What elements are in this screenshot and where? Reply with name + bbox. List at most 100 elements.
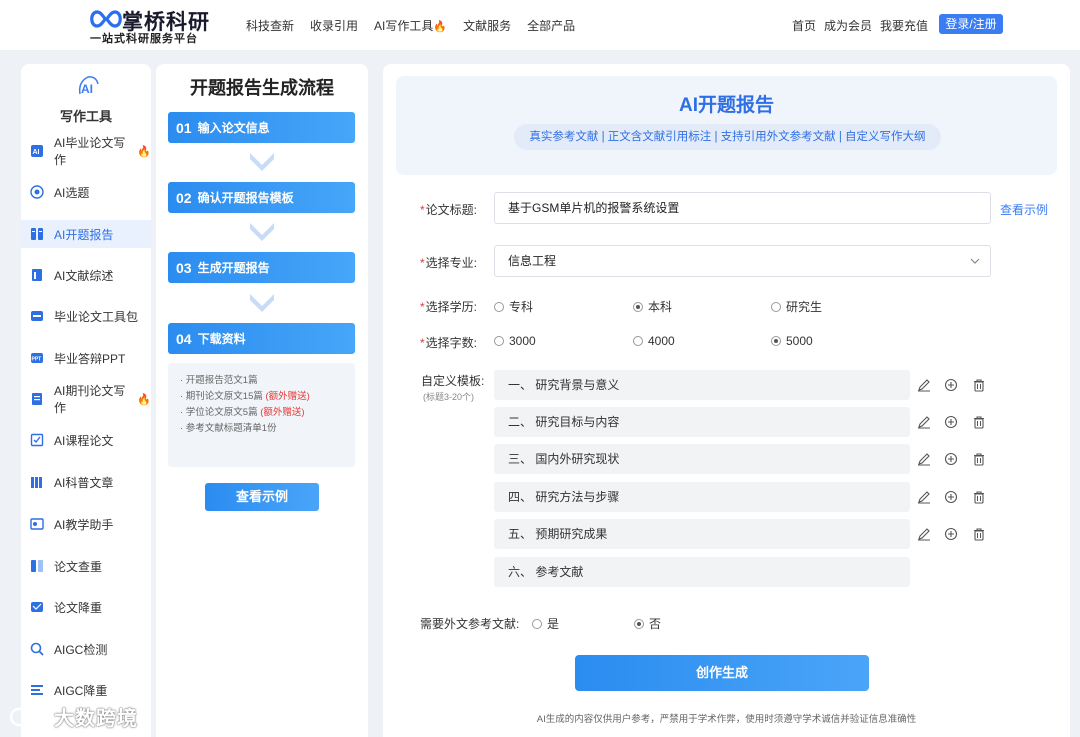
add-circle-icon[interactable] (944, 490, 958, 504)
view-example-button[interactable]: 查看示例 (205, 483, 319, 511)
words-option-4000[interactable]: 4000 (633, 334, 675, 348)
main-nav: 科技查新 收录引用 AI写作工具🔥 文献服务 全部产品 (246, 17, 591, 34)
trash-icon[interactable] (972, 378, 986, 392)
process-title: 开题报告生成流程 (190, 78, 334, 98)
sidebar-item-label: AI期刊论文写作 (54, 384, 126, 415)
nav-item-tech-search[interactable]: 科技查新 (246, 17, 294, 34)
sidebar-item-label: AI文献综述 (54, 268, 114, 283)
option-label: 本科 (648, 300, 673, 314)
nav-home-link[interactable]: 首页 (792, 17, 816, 34)
radio-circle-icon (633, 336, 643, 346)
nav-recharge-link[interactable]: 我要充值 (880, 17, 928, 34)
sidebar-item[interactable]: AI AI毕业论文写作 🔥 (21, 136, 151, 167)
sidebar-item[interactable]: 论文降重 (21, 593, 151, 621)
add-circle-icon[interactable] (944, 452, 958, 466)
edit-pencil-icon[interactable] (917, 415, 931, 429)
label-text: 选择专业: (425, 256, 478, 270)
sidebar-item[interactable]: AI课程论文 (21, 426, 151, 454)
feature-tags: 真实参考文献 | 正文含文献引用标注 | 支持引用外文参考文献 | 自定义写作大… (514, 124, 941, 150)
sidebar-item[interactable]: AI开题报告 (21, 220, 151, 248)
nav-item-ai-writing[interactable]: AI写作工具🔥 (374, 17, 447, 34)
edit-pencil-icon[interactable] (917, 452, 931, 466)
toolkit-icon (31, 311, 43, 321)
chevron-down-icon (250, 223, 274, 241)
sidebar-item[interactable]: PPT 毕业答辩PPT (21, 344, 151, 372)
target-icon (30, 185, 44, 199)
nav-item-citation[interactable]: 收录引用 (310, 17, 358, 34)
sidebar-item[interactable]: AIGC检测 (21, 635, 151, 663)
foreign-option-no[interactable]: 否 (634, 615, 661, 632)
template-item[interactable]: 一、 研究背景与意义 (494, 370, 910, 400)
sidebar-item-label: AI毕业论文写作 (54, 136, 126, 167)
sidebar-item[interactable]: AI文献综述 (21, 261, 151, 289)
reduce-icon (31, 602, 43, 612)
sidebar-item-label: AI课程论文 (54, 433, 114, 448)
sidebar-item[interactable]: 论文查重 (21, 552, 151, 580)
trash-icon[interactable] (972, 452, 986, 466)
sidebar-item[interactable]: AIGC降重 (21, 676, 151, 704)
option-label: 4000 (648, 334, 675, 348)
watermark: 大数跨境 (8, 702, 138, 731)
add-circle-icon[interactable] (944, 378, 958, 392)
trash-icon[interactable] (972, 490, 986, 504)
required-mark: * (420, 300, 425, 314)
radio-checked-icon (771, 336, 781, 346)
sidebar-item-label: 毕业答辩PPT (54, 351, 126, 366)
view-example-link[interactable]: 查看示例 (1000, 201, 1048, 218)
step-number: 01 (176, 119, 192, 136)
svg-text:PPT: PPT (32, 357, 42, 363)
nav-membership-link[interactable]: 成为会员 (824, 17, 872, 34)
login-register-button[interactable]: 登录/注册 (939, 14, 1003, 34)
step-label: 生成开题报告 (197, 261, 270, 275)
label-text: 选择字数: (425, 336, 478, 350)
ai-icon: AI (78, 76, 99, 96)
sidebar-title: 写作工具 (59, 109, 112, 124)
sidebar-item[interactable]: 毕业论文工具包 (21, 302, 151, 330)
trash-icon[interactable] (972, 527, 986, 541)
sidebar-item[interactable]: AI期刊论文写作 🔥 (21, 384, 151, 415)
resource-line: · 学位论文原文5篇 (额外赠送) (180, 405, 343, 421)
trash-icon[interactable] (972, 415, 986, 429)
logo[interactable]: 掌桥科研 一站式科研服务平台 (88, 4, 218, 46)
sidebar-item-label: AI选题 (54, 185, 90, 200)
edit-pencil-icon[interactable] (917, 527, 931, 541)
words-option-3000[interactable]: 3000 (494, 334, 536, 348)
template-item[interactable]: 六、 参考文献 (494, 557, 910, 587)
sidebar-item-label: AIGC降重 (54, 683, 108, 698)
required-mark: * (420, 336, 425, 350)
generate-button[interactable]: 创作生成 (575, 655, 869, 691)
sidebar-item-label: AIGC检测 (54, 642, 108, 657)
banner: AI开题报告 真实参考文献 | 正文含文献引用标注 | 支持引用外文参考文献 |… (396, 76, 1057, 175)
degree-option-junior[interactable]: 专科 (494, 298, 533, 315)
resource-text: · 参考文献标题清单1份 (180, 423, 277, 434)
template-item[interactable]: 五、 预期研究成果 (494, 519, 910, 549)
nav-item-literature[interactable]: 文献服务 (463, 17, 511, 34)
sidebar-item-label: 毕业论文工具包 (54, 309, 139, 324)
radio-circle-icon (494, 301, 504, 312)
sidebar-item-label: AI科普文章 (54, 475, 114, 490)
watermark-text: 大数跨境 (54, 708, 138, 730)
template-item[interactable]: 三、 国内外研究现状 (494, 444, 910, 474)
add-circle-icon[interactable] (944, 415, 958, 429)
step-number: 04 (176, 330, 192, 347)
edit-pencil-icon[interactable] (917, 490, 931, 504)
foreign-option-yes[interactable]: 是 (532, 615, 559, 632)
thesis-title-input[interactable]: 基于GSM单片机的报警系统设置 (494, 192, 991, 224)
sidebar-item[interactable]: AI教学助手 (21, 510, 151, 538)
chevron-down-icon (250, 294, 274, 312)
nav-item-all-products[interactable]: 全部产品 (527, 17, 575, 34)
words-option-5000[interactable]: 5000 (771, 334, 813, 348)
sidebar-item[interactable]: AI选题 (21, 178, 151, 206)
disclaimer-text: AI生成的内容仅供用户参考，严禁用于学术作弊，使用时须遵守学术诚信并验证信息准确… (536, 714, 917, 725)
add-circle-icon[interactable] (944, 527, 958, 541)
option-label: 研究生 (786, 300, 823, 314)
edit-pencil-icon[interactable] (917, 378, 931, 392)
template-item[interactable]: 四、 研究方法与步骤 (494, 482, 910, 512)
degree-option-bachelor[interactable]: 本科 (633, 298, 672, 315)
template-item[interactable]: 二、 研究目标与内容 (494, 407, 910, 437)
degree-option-graduate[interactable]: 研究生 (771, 298, 822, 315)
major-select[interactable]: 信息工程 (494, 245, 991, 277)
template-label: 自定义模板: (421, 374, 485, 388)
nav-label: 文献服务 (463, 19, 512, 33)
sidebar-item[interactable]: AI科普文章 (21, 468, 151, 496)
